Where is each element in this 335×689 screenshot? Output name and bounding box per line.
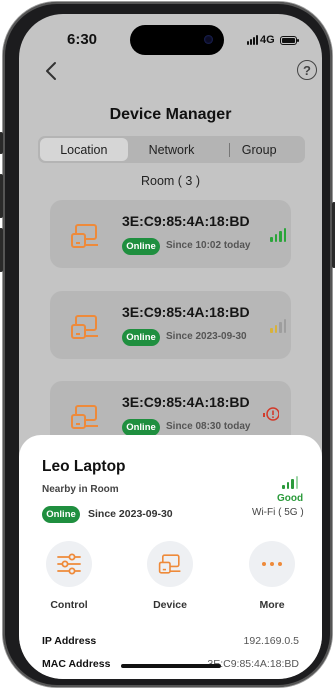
device-location: Nearby in Room (42, 484, 119, 495)
network-type: 4G (260, 34, 275, 46)
tab-divider (229, 143, 230, 157)
volume-down-button (0, 228, 3, 272)
battery-icon (279, 35, 299, 45)
control-button[interactable]: Control (39, 541, 99, 611)
cellular-signal-icon (247, 35, 258, 45)
phone-frame: 6:30 4G ? Device Manager Location Networ… (0, 2, 335, 687)
help-icon: ? (303, 62, 311, 78)
device-mac: 3E:C9:85:4A:18:BD (122, 304, 250, 320)
laptop-icon (71, 405, 98, 429)
back-arrow-icon[interactable] (41, 60, 63, 82)
info-row-ip: IP Address 192.169.0.5 (42, 635, 299, 647)
status-badge: Online (122, 419, 160, 436)
signal-medium-icon (270, 319, 286, 333)
status-badge: Online (122, 238, 160, 255)
tab-location[interactable]: Location (40, 138, 128, 161)
mute-switch (0, 132, 3, 154)
status-badge: Online (42, 506, 80, 523)
device-since: Since 08:30 today (166, 421, 251, 432)
segmented-tabs: Location Network Group (38, 136, 305, 163)
info-value: 3E:C9:85:4A:18:BD (207, 658, 299, 670)
status-indicators: 4G (247, 34, 299, 46)
help-button[interactable]: ? (297, 60, 317, 80)
more-dots-icon (262, 562, 282, 566)
device-since: Since 2023-09-30 (166, 331, 247, 342)
info-value: 192.169.0.5 (243, 635, 299, 647)
device-mac: 3E:C9:85:4A:18:BD (122, 394, 250, 410)
device-detail-sheet: Leo Laptop Nearby in Room Online Since 2… (19, 435, 322, 679)
device-card[interactable]: 3E:C9:85:4A:18:BD Online Since 2023-09-3… (50, 291, 291, 359)
sliders-icon (57, 553, 81, 575)
laptop-icon (71, 224, 98, 248)
device-card[interactable]: 3E:C9:85:4A:18:BD Online Since 10:02 tod… (50, 200, 291, 268)
status-badge: Online (122, 329, 160, 346)
device-name: Leo Laptop (42, 458, 126, 475)
signal-strong-icon (282, 475, 298, 489)
more-button[interactable]: More (242, 541, 302, 611)
volume-up-button (0, 174, 3, 218)
home-indicator (121, 664, 221, 668)
camera-icon (204, 35, 213, 44)
laptop-icon (158, 554, 181, 574)
connection-type: Wi-Fi ( 5G ) (252, 507, 304, 518)
tab-network[interactable]: Network (128, 138, 216, 161)
signal-quality: Good (277, 493, 304, 504)
device-since: Since 10:02 today (166, 240, 251, 251)
tab-label: Network (148, 142, 195, 157)
info-key: MAC Address (42, 658, 111, 670)
room-label: Room ( 3 ) (140, 174, 201, 188)
control-label: Control (50, 599, 88, 611)
screen: 6:30 4G ? Device Manager Location Networ… (19, 14, 322, 679)
device-label: Device (153, 599, 187, 611)
status-time: 6:30 (67, 31, 98, 48)
signal-strong-icon (270, 228, 286, 242)
dynamic-island (130, 25, 224, 55)
tab-label: Group (241, 142, 277, 157)
signal-alert-icon (263, 407, 279, 421)
more-label: More (259, 599, 285, 611)
page-title: Device Manager (109, 106, 232, 123)
device-mac: 3E:C9:85:4A:18:BD (122, 213, 250, 229)
info-key: IP Address (42, 635, 97, 647)
device-button[interactable]: Device (140, 541, 200, 611)
laptop-icon (71, 315, 98, 339)
device-since: Since 2023-09-30 (88, 508, 173, 520)
tab-label: Location (60, 142, 108, 157)
